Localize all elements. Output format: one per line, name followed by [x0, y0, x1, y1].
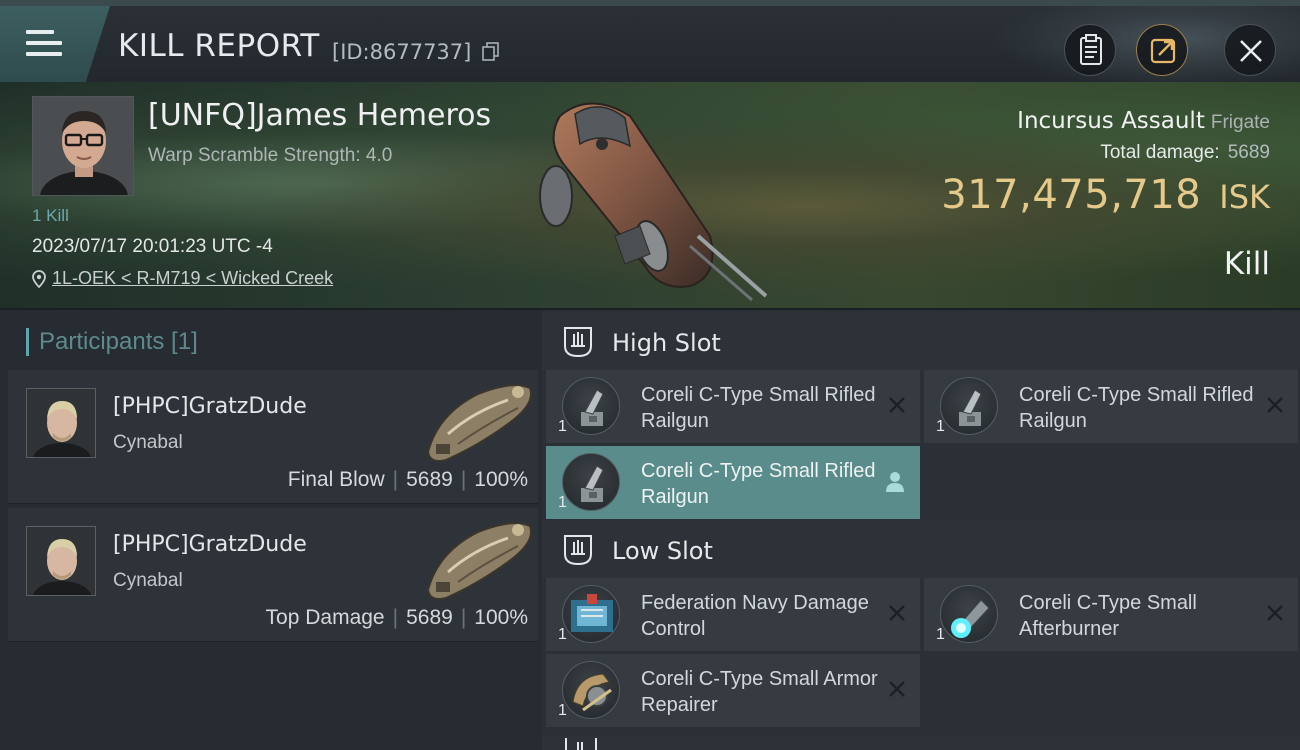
location-pin-icon — [32, 269, 46, 288]
total-damage-label: Total damage: — [1100, 142, 1220, 163]
victim-ship-line: Incursus Assault Frigate — [1017, 108, 1270, 134]
participant-ship: Cynabal — [113, 570, 183, 591]
participant-damage: 5689 — [406, 468, 453, 491]
module-quantity: 1 — [558, 702, 567, 719]
module-item[interactable]: 1 Coreli C-Type Small Afterburner — [924, 578, 1298, 651]
next-slot-header-partial — [542, 736, 1300, 750]
module-quantity: 1 — [936, 418, 945, 435]
isk-value-line: 317,475,718 ISK — [941, 172, 1270, 218]
participants-header: Participants [1] — [26, 328, 198, 356]
warp-scramble-strength: Warp Scramble Strength: 4.0 — [148, 145, 393, 166]
participant-row[interactable]: [PHPC]GratzDude Cynabal Top Damage | 5689 |… — [8, 508, 538, 642]
participant-row[interactable]: [PHPC]GratzDude Cynabal Final Blow | 5689 |… — [8, 370, 538, 504]
low-slot-icon — [564, 535, 592, 566]
page-title: KILL REPORT — [118, 28, 320, 64]
slot-icon — [565, 738, 597, 750]
share-button[interactable] — [1136, 24, 1188, 76]
share-icon — [1150, 38, 1176, 64]
person-icon — [886, 472, 904, 492]
destroyed-x-icon — [1267, 605, 1283, 621]
participant-role: Top Damage — [265, 606, 385, 629]
module-item[interactable]: 1 Coreli C-Type Small Rifled Railgun — [546, 370, 920, 443]
participant-avatar[interactable] — [26, 526, 96, 596]
kill-datetime: 2023/07/17 20:01:23 UTC -4 — [32, 236, 273, 257]
module-quantity: 1 — [936, 626, 945, 643]
module-quantity: 1 — [558, 418, 567, 435]
total-damage: Total damage: 5689 — [1100, 142, 1270, 164]
report-id: [ID:8677737] — [332, 40, 472, 64]
high-slot-icon — [564, 327, 592, 358]
participant-avatar[interactable] — [26, 388, 96, 458]
copy-icon[interactable] — [482, 42, 500, 62]
low-slot-title: Low Slot — [612, 537, 713, 565]
participant-stats: Final Blow | 5689 | 100% — [287, 468, 528, 491]
participant-role: Final Blow — [287, 468, 385, 491]
damage-control-icon — [562, 585, 620, 643]
module-item-dropped[interactable]: 1 Coreli C-Type Small Rifled Railgun — [546, 446, 920, 519]
railgun-icon — [940, 377, 998, 435]
participant-ship: Cynabal — [113, 432, 183, 453]
participant-percent: 100% — [474, 468, 528, 491]
close-button[interactable] — [1224, 24, 1276, 76]
module-item[interactable]: 1 Federation Navy Damage Control — [546, 578, 920, 651]
railgun-icon — [562, 453, 620, 511]
module-quantity: 1 — [558, 626, 567, 643]
clipboard-icon — [1080, 34, 1102, 65]
railgun-icon — [562, 377, 620, 435]
fitting-panel: High Slot 1 Coreli C-Type Small Rifled R… — [542, 310, 1300, 750]
kill-result-label: Kill — [1223, 246, 1270, 282]
participant-ship-image[interactable] — [418, 374, 538, 466]
kill-count: 1 Kill — [32, 206, 69, 225]
clipboard-button[interactable] — [1064, 24, 1116, 76]
participant-percent: 100% — [474, 606, 528, 629]
victim-avatar[interactable] — [32, 96, 134, 196]
victim-ship-image[interactable] — [520, 86, 780, 306]
high-slot-header: High Slot — [542, 312, 1300, 370]
victim-ship-class: Frigate — [1210, 112, 1270, 133]
participants-panel: Participants [1] [PHPC]GratzDude Cynabal… — [0, 310, 542, 750]
victim-ship-name[interactable]: Incursus Assault — [1017, 108, 1205, 134]
header-bar: KILL REPORT [ID:8677737] — [0, 0, 1300, 88]
module-name: Federation Navy Damage Control — [641, 592, 869, 640]
hamburger-icon — [26, 30, 62, 56]
module-name: Coreli C-Type Small Afterburner — [1019, 592, 1197, 640]
isk-value: 317,475,718 — [941, 172, 1202, 218]
low-slot-header: Low Slot — [542, 520, 1300, 578]
destroyed-x-icon — [889, 605, 905, 621]
module-name: Coreli C-Type Small Rifled Railgun — [1019, 384, 1254, 432]
destroyed-x-icon — [889, 397, 905, 413]
location-link[interactable]: 1L-OEK < R-M719 < Wicked Creek — [32, 268, 333, 289]
high-slot-title: High Slot — [612, 329, 721, 357]
module-item[interactable]: 1 Coreli C-Type Small Armor Repairer — [546, 654, 920, 727]
destroyed-x-icon — [889, 681, 905, 697]
afterburner-icon — [940, 585, 998, 643]
armor-repairer-icon — [562, 661, 620, 719]
destroyed-x-icon — [1267, 397, 1283, 413]
menu-button[interactable] — [0, 6, 110, 82]
close-icon — [1240, 40, 1262, 62]
participant-stats: Top Damage | 5689 | 100% — [265, 606, 528, 629]
module-name: Coreli C-Type Small Rifled Railgun — [641, 384, 876, 432]
location-text[interactable]: 1L-OEK < R-M719 < Wicked Creek — [52, 268, 333, 289]
total-damage-value: 5689 — [1227, 142, 1270, 163]
module-name: Coreli C-Type Small Armor Repairer — [641, 668, 878, 716]
victim-panel: [UNFQ]James Hemeros Warp Scramble Streng… — [0, 82, 1300, 308]
isk-unit: ISK — [1219, 178, 1270, 216]
participant-damage: 5689 — [406, 606, 453, 629]
module-quantity: 1 — [558, 494, 567, 511]
module-item[interactable]: 1 Coreli C-Type Small Rifled Railgun — [924, 370, 1298, 443]
participant-ship-image[interactable] — [418, 512, 538, 604]
participant-name[interactable]: [PHPC]GratzDude — [113, 532, 307, 557]
participant-name[interactable]: [PHPC]GratzDude — [113, 394, 307, 419]
victim-name[interactable]: [UNFQ]James Hemeros — [148, 98, 491, 133]
module-name: Coreli C-Type Small Rifled Railgun — [641, 460, 876, 508]
